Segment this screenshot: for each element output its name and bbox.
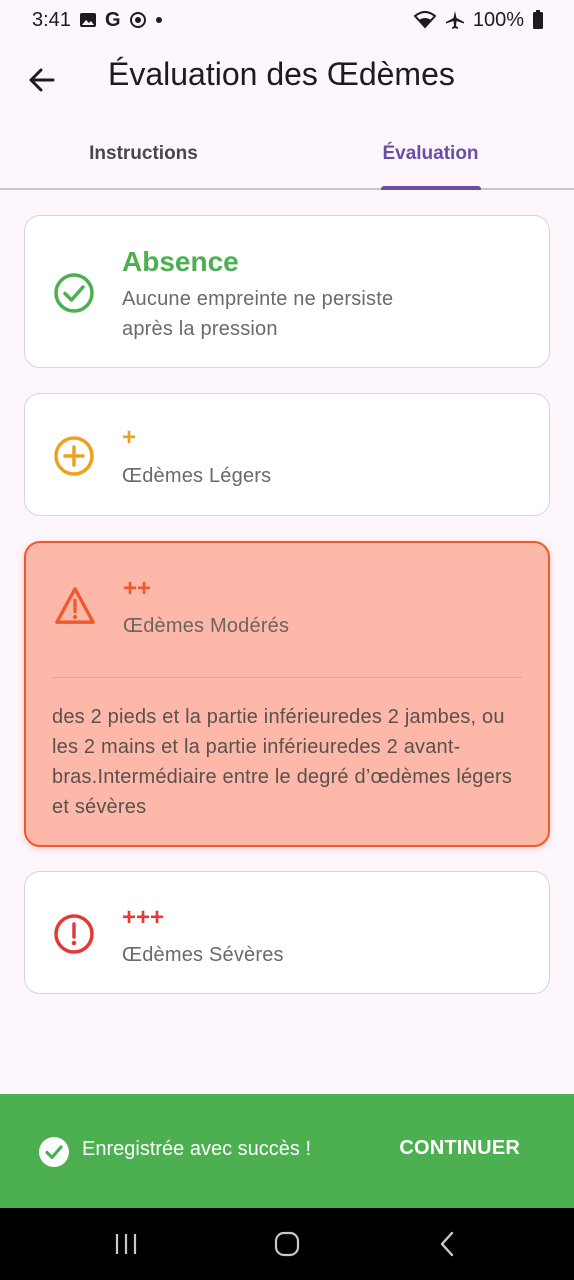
airplane-mode-icon [445, 10, 465, 30]
option-grade: Absence [122, 246, 239, 277]
page-title: Évaluation des Œdèmes [108, 56, 455, 92]
alert-circle-icon [53, 913, 95, 955]
tab-evaluation[interactable]: Évaluation [287, 120, 574, 190]
option-details: des 2 pieds et la partie inférieuredes 2… [52, 706, 513, 818]
plus-circle-icon [53, 435, 95, 477]
battery-percentage: 100% [472, 8, 524, 31]
home-icon [274, 1231, 300, 1257]
snackbar-message: Enregistrée avec succès ! [82, 1138, 311, 1160]
system-back-button[interactable] [428, 1228, 468, 1260]
option-description: Œdèmes Légers [122, 465, 272, 487]
tab-instructions-label: Instructions [89, 143, 198, 164]
more-notifications-dot-icon [155, 16, 163, 24]
status-bar-left: 3:41 G [32, 9, 163, 32]
google-notification-icon: G [104, 8, 121, 31]
option-card-severe[interactable]: +++ Œdèmes Sévères [24, 871, 550, 994]
system-navigation-bar [0, 1208, 574, 1280]
option-grade: + [122, 424, 137, 451]
card-divider [52, 677, 522, 678]
status-bar-right: 100% [413, 9, 544, 32]
recent-apps-button[interactable] [106, 1228, 146, 1260]
wifi-icon [413, 11, 437, 29]
status-time: 3:41 [32, 8, 71, 31]
option-card-moderate[interactable]: ++ Œdèmes Modérés des 2 pieds et la part… [24, 541, 550, 847]
tab-indicator [380, 186, 481, 190]
option-description: Aucune empreinte ne persiste après la pr… [122, 288, 394, 340]
image-notification-icon [79, 11, 97, 29]
check-circle-icon [53, 272, 95, 314]
app-notification-icon [129, 11, 147, 29]
option-grade: ++ [123, 575, 152, 602]
recent-apps-icon [115, 1234, 137, 1254]
option-card-absence[interactable]: Absence Aucune empreinte ne persiste apr… [24, 215, 550, 368]
tab-bar: Instructions Évaluation [0, 120, 574, 190]
warning-triangle-icon [54, 585, 96, 627]
back-button[interactable] [22, 60, 62, 100]
success-snackbar: Enregistrée avec succès ! CONTINUER [0, 1094, 574, 1208]
continue-button[interactable]: CONTINUER [399, 1137, 520, 1160]
home-button[interactable] [267, 1228, 307, 1260]
option-description: Œdèmes Modérés [123, 615, 290, 637]
status-bar: 3:41 G 100% [0, 0, 574, 40]
option-card-light[interactable]: + Œdèmes Légers [24, 393, 550, 516]
check-circle-filled-icon [38, 1136, 70, 1168]
app-bar: Évaluation des Œdèmes [0, 40, 574, 116]
tab-evaluation-label: Évaluation [382, 143, 479, 164]
option-grade: +++ [122, 904, 165, 931]
tab-instructions[interactable]: Instructions [0, 120, 287, 188]
option-description: Œdèmes Sévères [122, 944, 284, 966]
chevron-left-icon [440, 1231, 454, 1257]
battery-icon [532, 10, 544, 30]
arrow-back-icon [29, 68, 55, 92]
